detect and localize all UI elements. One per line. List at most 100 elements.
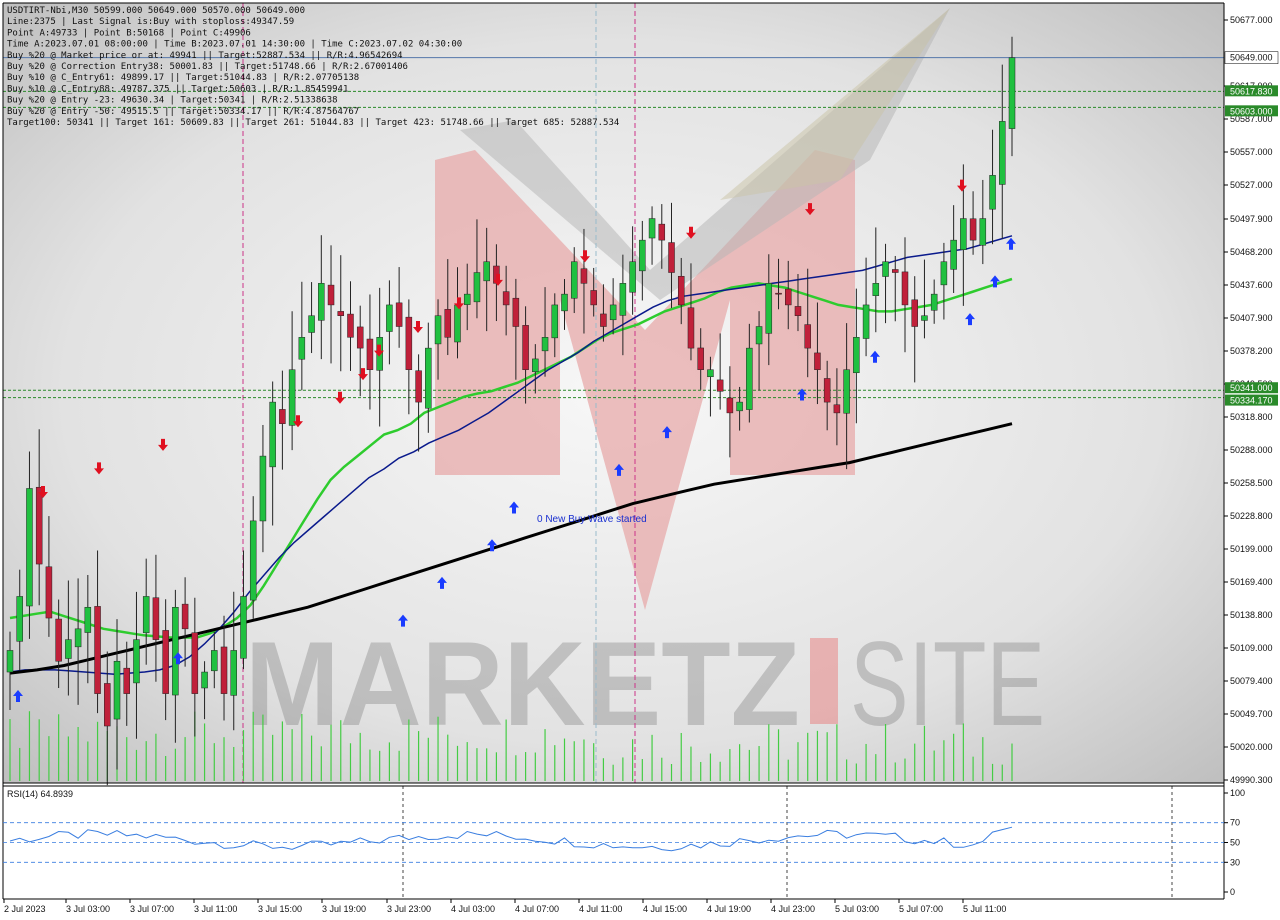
bull-candle: [872, 283, 880, 296]
time-tick-label: 3 Jul 19:00: [322, 904, 366, 914]
bull-candle: [230, 650, 237, 696]
price-tick-label: 50468.200: [1230, 247, 1273, 257]
bull-candle: [483, 261, 490, 282]
bull-candle: [386, 304, 393, 332]
bear-candle: [327, 284, 335, 306]
bull-candle: [133, 639, 140, 684]
price-tick-label: 50228.800: [1230, 511, 1273, 521]
bull-candle: [940, 261, 948, 286]
bull-candle: [269, 401, 276, 468]
bear-candle: [152, 597, 160, 640]
bull-candle: [172, 606, 179, 696]
bull-candle: [142, 596, 150, 634]
price-tick-label: 50169.400: [1230, 577, 1273, 587]
bull-candle: [930, 293, 938, 311]
bull-candle: [746, 347, 753, 410]
time-tick-label: 3 Jul 03:00: [66, 904, 110, 914]
bull-candle: [434, 315, 442, 345]
time-tick-label: 4 Jul 23:00: [771, 904, 815, 914]
bear-candle: [366, 338, 374, 370]
bull-candle: [318, 283, 325, 321]
rsi-label: RSI(14) 64.8939: [7, 789, 73, 799]
bull-candle: [454, 304, 461, 343]
bear-candle: [911, 299, 918, 327]
bull-candle: [570, 261, 578, 299]
info-line: Buy %20 @ Market price or at: 49941 || T…: [7, 51, 403, 61]
bear-candle: [814, 352, 821, 370]
info-line: Buy %20 @ Entry -50: 49515.5 || Target:5…: [7, 107, 359, 117]
price-tick-label: 50527.000: [1230, 180, 1273, 190]
rsi-axis: 100 70 50 30 0: [1224, 788, 1245, 897]
bear-candle: [395, 302, 403, 327]
price-tick-label: 50199.000: [1230, 544, 1273, 554]
price-tick-label: 50437.600: [1230, 280, 1273, 290]
time-tick-label: 5 Jul 11:00: [963, 904, 1006, 914]
bull-candle: [473, 272, 481, 303]
bull-candle: [843, 369, 850, 414]
bull-candle: [16, 596, 23, 642]
bull-candle: [960, 218, 967, 250]
rsi-tick-label: 30: [1230, 857, 1240, 867]
bull-candle: [308, 315, 315, 333]
bull-candle: [26, 488, 33, 607]
bull-candle: [619, 283, 627, 316]
bear-candle: [600, 313, 607, 327]
time-tick-label: 2 Jul 2023: [4, 904, 46, 914]
bear-candle: [785, 288, 792, 306]
bear-candle: [833, 404, 841, 414]
bear-candle: [45, 566, 53, 619]
info-line: Target100: 50341 || Target 161: 50609.83…: [7, 118, 619, 128]
bull-candle: [288, 369, 296, 426]
svg-text:SITE: SITE: [850, 617, 1045, 751]
level-price-label: 50603.000: [1230, 106, 1273, 116]
bear-candle: [356, 326, 364, 349]
price-tick-label: 50407.900: [1230, 313, 1273, 323]
bull-candle: [249, 520, 257, 601]
bull-candle: [639, 239, 646, 272]
bear-candle: [512, 297, 520, 327]
bull-candle: [463, 293, 471, 305]
price-axis: 50677.00050617.00050587.00050557.0005052…: [1224, 15, 1279, 785]
bear-candle: [687, 307, 695, 349]
price-tick-label: 50138.800: [1230, 610, 1273, 620]
bull-candle: [707, 369, 714, 378]
bear-candle: [94, 606, 101, 694]
level-price-label: 50617.830: [1230, 86, 1273, 96]
svg-text:MARKETZ: MARKETZ: [245, 617, 800, 751]
bull-candle: [853, 337, 860, 374]
price-tick-label: 50677.000: [1230, 15, 1273, 25]
info-line: Line:2375 | Last Signal is:Buy with stop…: [7, 17, 294, 27]
bear-candle: [181, 603, 189, 630]
bear-candle: [580, 268, 588, 284]
bull-candle: [950, 239, 957, 270]
bull-candle: [561, 293, 568, 312]
bull-candle: [648, 218, 656, 239]
bull-candle: [921, 315, 928, 321]
bear-candle: [35, 486, 43, 565]
rsi-tick-label: 100: [1230, 788, 1245, 798]
price-tick-label: 50557.000: [1230, 147, 1273, 157]
time-tick-label: 4 Jul 07:00: [515, 904, 559, 914]
bull-candle: [211, 650, 218, 672]
bear-candle: [123, 667, 130, 694]
time-tick-label: 4 Jul 19:00: [707, 904, 751, 914]
bull-candle: [113, 660, 121, 720]
bear-candle: [405, 316, 413, 370]
bear-candle: [892, 269, 899, 273]
time-tick-label: 3 Jul 07:00: [130, 904, 174, 914]
bear-candle: [104, 683, 111, 727]
bull-candle: [755, 326, 763, 345]
info-line: Point A:49733 | Point B:50168 | Point C:…: [7, 28, 251, 38]
bull-candle: [551, 304, 559, 339]
bear-candle: [347, 313, 354, 338]
bear-candle: [502, 291, 510, 306]
bull-candle: [1008, 57, 1016, 129]
bull-candle: [84, 606, 92, 633]
bull-candle: [882, 261, 889, 277]
price-tick-label: 50378.200: [1230, 346, 1273, 356]
info-line: Time A:2023.07.01 08:00:00 | Time B:2023…: [7, 40, 462, 50]
bull-candle: [201, 671, 208, 689]
price-tick-label: 50109.000: [1230, 643, 1273, 653]
bear-candle: [522, 325, 529, 370]
price-tick-label: 50258.500: [1230, 478, 1273, 488]
